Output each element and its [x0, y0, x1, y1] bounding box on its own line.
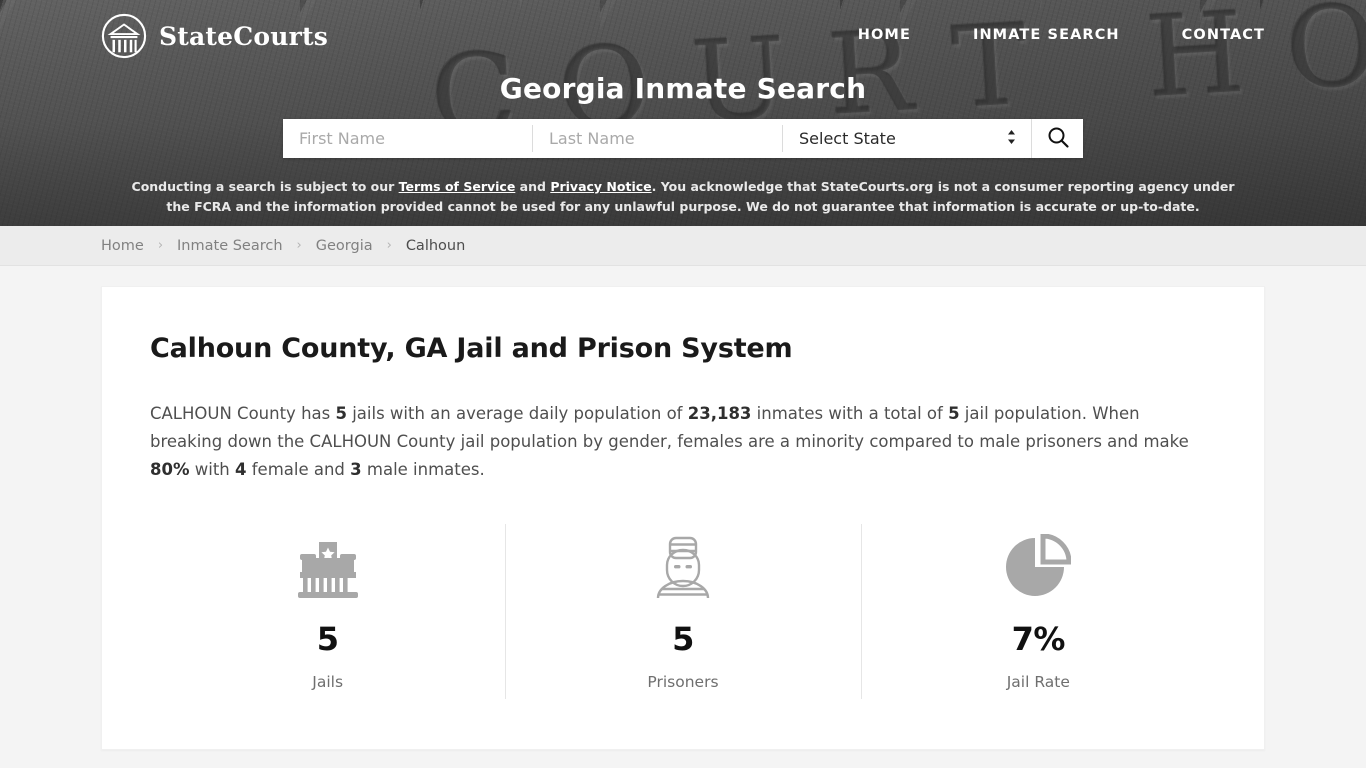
site-brand-text: StateCourts — [159, 21, 328, 51]
breadcrumb-current: Calhoun — [405, 237, 466, 254]
summary-text-6: female and — [246, 460, 351, 479]
stat-prisoners-label: Prisoners — [647, 673, 719, 691]
breadcrumb: Home › Inmate Search › Georgia › Calhoun — [101, 238, 465, 254]
site-header: COURT HOUSE StateCourts HOME INMATE SE — [0, 0, 1366, 226]
nav-inmate-search[interactable]: INMATE SEARCH — [942, 27, 1151, 43]
summary-text-3: inmates with a total of — [751, 404, 949, 423]
breadcrumb-link-inmate-search[interactable]: Inmate Search — [177, 238, 283, 254]
summary-jails-count: 5 — [335, 404, 347, 423]
stat-jails-label: Jails — [312, 673, 344, 691]
search-submit-button[interactable] — [1031, 119, 1083, 158]
summary-avg-daily-population: 23,183 — [687, 404, 752, 423]
stat-jail-rate-label: Jail Rate — [1006, 673, 1070, 691]
county-statistics: 5 Jails 5 Prisoners 7% Jail Rate — [150, 524, 1216, 699]
stat-prisoners-value: 5 — [672, 620, 694, 658]
prisoner-icon — [505, 530, 860, 604]
page-title: Calhoun County, GA Jail and Prison Syste… — [150, 333, 793, 364]
search-disclaimer: Conducting a search is subject to our Te… — [0, 177, 1366, 217]
inmate-search-form: Select State — [283, 119, 1083, 158]
hero-title: Georgia Inmate Search — [499, 72, 867, 105]
summary-female-count: 4 — [235, 460, 247, 479]
disclaimer-text-1: Conducting a search is subject to our — [131, 179, 399, 194]
site-logo[interactable]: StateCourts — [101, 13, 328, 59]
summary-male-count: 3 — [350, 460, 362, 479]
stat-jail-rate-value: 7% — [1011, 620, 1066, 658]
breadcrumb-item-georgia: Georgia › — [316, 238, 406, 254]
first-name-input[interactable] — [283, 119, 532, 158]
county-overview-card: Calhoun County, GA Jail and Prison Syste… — [101, 286, 1265, 750]
summary-total-jail-population: 5 — [948, 404, 960, 423]
summary-text-2: jails with an average daily population o… — [346, 404, 688, 423]
stat-jail-rate: 7% Jail Rate — [860, 524, 1216, 699]
breadcrumb-bar: Home › Inmate Search › Georgia › Calhoun — [0, 226, 1366, 266]
jail-building-icon — [150, 530, 505, 604]
last-name-input[interactable] — [533, 119, 782, 158]
state-select[interactable]: Select State — [783, 119, 1031, 158]
breadcrumb-item-home: Home › — [101, 238, 177, 254]
chevron-right-icon: › — [157, 238, 164, 253]
main-navigation: HOME INMATE SEARCH CONTACT — [827, 27, 1265, 43]
nav-contact[interactable]: CONTACT — [1151, 27, 1265, 43]
stat-jails-value: 5 — [316, 620, 339, 658]
terms-of-service-link[interactable]: Terms of Service — [399, 179, 516, 194]
main-content: Calhoun County, GA Jail and Prison Syste… — [0, 266, 1366, 768]
breadcrumb-item-calhoun: Calhoun — [406, 238, 465, 254]
courthouse-circle-logo-icon — [101, 13, 147, 59]
summary-text-7: male inmates. — [361, 460, 485, 479]
nav-home[interactable]: HOME — [827, 27, 942, 43]
privacy-notice-link[interactable]: Privacy Notice — [550, 179, 651, 194]
summary-text-1: CALHOUN County has — [150, 404, 336, 423]
breadcrumb-link-home[interactable]: Home — [101, 238, 144, 254]
breadcrumb-item-inmate-search: Inmate Search › — [177, 238, 316, 254]
breadcrumb-link-georgia[interactable]: Georgia — [316, 238, 373, 254]
summary-female-percentage: 80% — [150, 460, 190, 479]
disclaimer-text-2: and — [515, 179, 551, 194]
stat-prisoners: 5 Prisoners — [505, 524, 860, 699]
chevron-right-icon: › — [296, 238, 302, 253]
pie-chart-icon — [861, 530, 1216, 604]
stat-jails: 5 Jails — [150, 524, 505, 699]
chevron-right-icon: › — [386, 238, 392, 253]
summary-text-5: with — [189, 460, 235, 479]
magnifier-icon — [1046, 125, 1070, 152]
county-summary-paragraph: CALHOUN County has 5 jails with an avera… — [150, 400, 1216, 484]
